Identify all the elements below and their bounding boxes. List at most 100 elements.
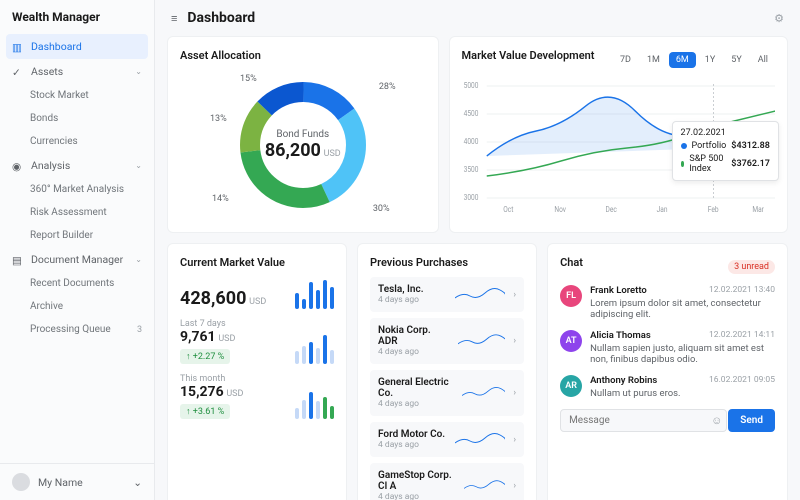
settings-icon[interactable]: ⚙ [774,12,784,25]
card-title: Chat [560,256,583,269]
card-title: Market Value Development [462,49,595,62]
avatar: FL [560,285,582,307]
chat-message: AR Anthony Robins 16.02.2021 09:05 Nullam u… [560,375,775,399]
month-value: 15,276 [180,384,224,400]
brand: Wealth Manager [0,0,154,34]
nav-label: Stock Market [30,90,89,101]
nav-processing-queue[interactable]: Processing Queue 3 [0,318,154,341]
nav-label: Bonds [30,113,58,124]
nav-risk[interactable]: Risk Assessment [0,201,154,224]
svg-text:4500: 4500 [463,108,478,118]
purchase-row[interactable]: Nokia Corp. ADR4 days ago› [370,318,524,364]
avatar: AR [560,375,582,397]
chevron-right-icon: › [513,388,516,398]
range-all[interactable]: All [751,52,775,68]
purchase-row[interactable]: General Electric Co.4 days ago› [370,370,524,416]
line-chart[interactable]: 50004500400035003000 OctNovDecJanFebMar … [462,76,775,216]
purchase-time: 4 days ago [378,347,450,357]
sparkline-bars [295,277,334,309]
nav-assets[interactable]: ✓Assets⌄ [0,59,154,84]
range-1y[interactable]: 1Y [698,52,722,68]
nav: ▥Dashboard ✓ Assets ⌄ Stock Market Bonds C… [0,34,154,463]
sidebar: Wealth Manager ▥Dashboard ✓ Assets ⌄ Stock… [0,0,155,500]
user-menu[interactable]: My Name ⌄ [0,463,154,500]
msg-text: Nullam ut purus eros. [590,388,775,399]
cmv-total: 428,600 [180,288,246,309]
chat-input[interactable] [560,409,727,432]
purchase-name: GameStop Corp. Cl A [378,470,456,492]
nav-label: Archive [30,301,63,312]
card-title: Asset Allocation [180,49,426,62]
purchase-name: General Electric Co. [378,377,454,399]
check-icon: ✓ [12,66,24,78]
svg-text:Dec: Dec [605,204,616,214]
nav-360[interactable]: 360° Market Analysis [0,178,154,201]
msg-name: Alicia Thomas [590,330,651,341]
donut-center-value: 86,200 [265,140,321,161]
msg-name: Anthony Robins [590,375,657,386]
svg-text:Mar: Mar [752,204,764,214]
month-delta: ↑ +3.61 % [180,404,230,419]
nav-archive[interactable]: Archive [0,295,154,318]
nav-analysis[interactable]: ◉Analysis⌄ [0,153,154,178]
chevron-down-icon: ⌄ [135,255,142,264]
pct-label: 14% [212,194,229,204]
purchase-time: 4 days ago [378,440,445,450]
pct-label: 28% [379,82,396,92]
purchase-row[interactable]: Ford Motor Co.4 days ago› [370,422,524,457]
nav-doc-manager[interactable]: ▤Document Manager⌄ [0,247,154,272]
nav-report-builder[interactable]: Report Builder [0,224,154,247]
purchase-name: Tesla, Inc. [378,284,424,295]
nav-bonds[interactable]: Bonds [0,107,154,130]
nav-label: Risk Assessment [30,207,107,218]
sparkline-bars [295,387,334,419]
card-title: Current Market Value [180,256,334,269]
msg-name: Frank Loretto [590,285,647,296]
pct-label: 15% [240,74,257,84]
sparkline [458,332,506,350]
unread-badge: 3 unread [728,260,775,274]
last7-delta: ↑ +2.27 % [180,349,230,364]
range-tabs: 7D 1M 6M 1Y 5Y All [613,52,775,68]
nav-currencies[interactable]: Currencies [0,130,154,153]
chart-bar-icon: ▥ [12,41,24,53]
purchase-row[interactable]: GameStop Corp. Cl A4 days ago› [370,463,524,500]
page-title: Dashboard [187,10,255,26]
msg-text: Lorem ipsum dolor sit amet, consectetur … [590,298,775,320]
nav-label: Assets [31,65,63,78]
nav-dashboard[interactable]: ▥Dashboard [6,34,148,59]
msg-time: 12.02.2021 14:11 [709,330,775,341]
last7-label: Last 7 days [180,319,334,329]
dot-icon [681,161,685,167]
purchase-name: Nokia Corp. ADR [378,325,450,347]
svg-text:5000: 5000 [463,80,478,90]
pct-label: 30% [373,204,390,214]
send-button[interactable]: Send [728,409,775,432]
chevron-right-icon: › [513,290,516,300]
range-1m[interactable]: 1M [640,52,667,68]
nav-label: Processing Queue [30,324,111,335]
chat-message: ATAlicia Thomas12.02.2021 14:11Nullam sa… [560,330,775,365]
purchase-row[interactable]: Tesla, Inc.4 days ago› [370,277,524,312]
nav-label: Recent Documents [30,278,114,289]
msg-time: 16.02.2021 09:05 [709,375,775,386]
range-5y[interactable]: 5Y [724,52,748,68]
avatar [12,473,30,491]
range-6m[interactable]: 6M [669,52,696,68]
last7-value: 9,761 [180,329,216,345]
menu-icon[interactable]: ≡ [171,12,177,25]
nav-label: Analysis [31,159,70,172]
avatar: AT [560,330,582,352]
chat-card: Chat 3 unread FL Frank Loretto 12.02.2021 … [547,243,788,500]
user-name: My Name [38,476,83,489]
sparkline [455,431,505,449]
nav-stock-market[interactable]: Stock Market [0,84,154,107]
svg-text:Jan: Jan [656,204,667,214]
range-7d[interactable]: 7D [613,52,638,68]
nav-recent-docs[interactable]: Recent Documents [0,272,154,295]
sparkline [462,384,505,402]
cmv-card: Current Market Value 428,600 USD Last 7 … [167,243,347,500]
donut-chart: Bond Funds 86,200 USD 15% 28% 13% 30% 14… [180,70,426,220]
chevron-down-icon: ⌄ [135,161,142,170]
queue-badge: 3 [137,325,142,335]
